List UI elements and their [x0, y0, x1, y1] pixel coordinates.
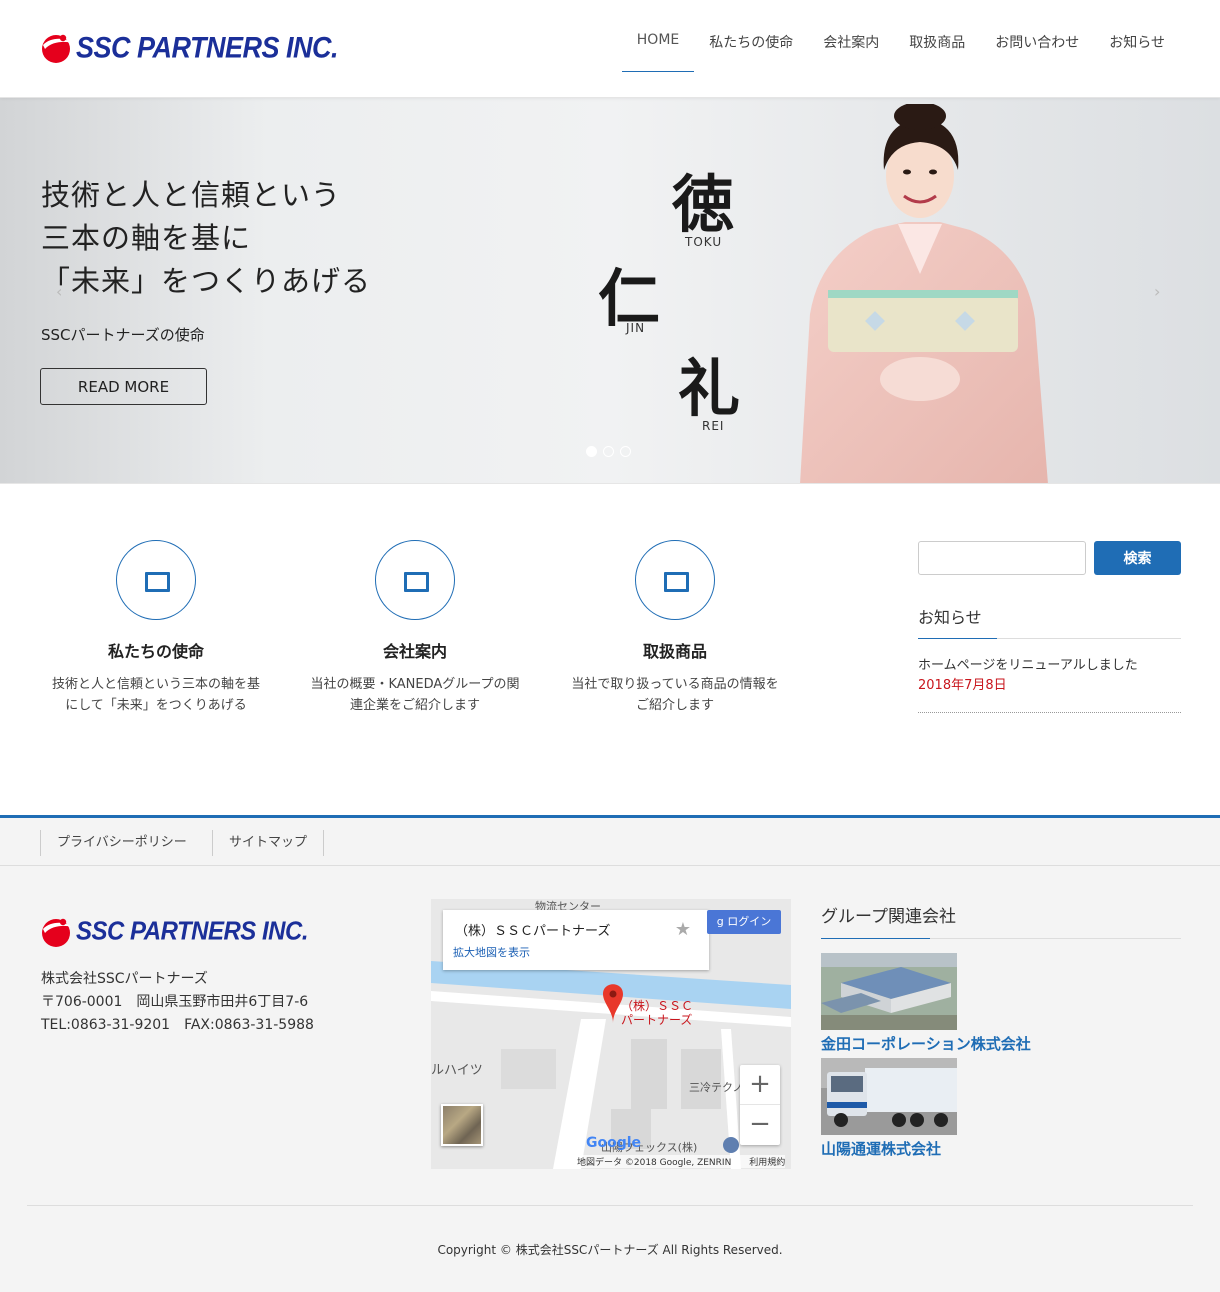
search-button[interactable]: 検索 — [1094, 541, 1181, 575]
feature-mission-icon[interactable] — [116, 540, 196, 620]
group-link-kaneda[interactable]: 金田コーポレーション株式会社 — [821, 1033, 1031, 1054]
slider-prev-icon[interactable]: ‹ — [56, 282, 62, 301]
square-icon — [664, 572, 689, 592]
copyright: Copyright © 株式会社SSCパートナーズ All Rights Res… — [437, 1243, 783, 1257]
kanji-toku-roman: TOKU — [685, 235, 723, 249]
slider-dot[interactable] — [586, 446, 597, 457]
feature-desc: 技術と人と信頼という三本の軸を基 にして「未来」をつくりあげる — [36, 674, 276, 716]
feature-desc: 当社で取り扱っている商品の情報を ご紹介します — [555, 674, 795, 716]
feature-desc-line: 技術と人と信頼という三本の軸を基 — [51, 677, 260, 692]
nav-mission[interactable]: 私たちの使命 — [694, 22, 808, 72]
map-login-label: ログイン — [727, 915, 772, 928]
nav-products[interactable]: 取扱商品 — [894, 22, 980, 72]
ssc-logo-mark-icon — [42, 918, 71, 947]
postal-address: 〒706-0001 岡山県玉野市田井6丁目7-6 — [41, 994, 309, 1010]
google-logo: Google — [586, 1135, 642, 1151]
nav-contact[interactable]: お問い合わせ — [980, 22, 1094, 72]
map-info-card: （株）ＳＳＣパートナーズ 拡大地図を表示 ★ — [443, 910, 709, 970]
site-logo[interactable]: SSC PARTNERS INC. — [40, 31, 339, 65]
slider-dot[interactable] — [603, 446, 614, 457]
feature-desc-line: 連企業をご紹介します — [349, 698, 480, 713]
slider-dot[interactable] — [620, 446, 631, 457]
square-icon — [404, 572, 429, 592]
brand-name: SSC PARTNERS INC. — [76, 31, 339, 64]
feature-title[interactable]: 取扱商品 — [555, 638, 795, 662]
feature-title[interactable]: 私たちの使命 — [36, 638, 276, 662]
nav-news[interactable]: お知らせ — [1094, 22, 1180, 72]
sanyo-tsuun-image[interactable] — [821, 1058, 957, 1135]
feature-products: 取扱商品 当社で取り扱っている商品の情報を ご紹介します — [555, 540, 795, 716]
feature-company-icon[interactable] — [375, 540, 455, 620]
group-companies-title: グループ関連会社 — [821, 902, 1181, 939]
footer-divider — [27, 1205, 1193, 1206]
search-input[interactable] — [918, 541, 1086, 575]
slider-dots — [586, 446, 631, 457]
kanji-rei-roman: REI — [702, 419, 725, 433]
kanji-toku: 徳 — [672, 168, 735, 241]
map-pin-label: （株）ＳＳＣ パートナーズ — [621, 999, 693, 1027]
google-plus-icon: g — [716, 915, 724, 928]
map-credit[interactable]: 地図データ ©2018 Google, ZENRIN 利用規約 — [577, 1155, 786, 1168]
hero-title-line: 技術と人と信頼という — [41, 178, 342, 212]
satellite-toggle[interactable] — [441, 1104, 483, 1146]
kanji-rei: 礼 — [678, 352, 741, 425]
footer-link-privacy[interactable]: プライバシーポリシー — [40, 830, 203, 856]
feature-desc-line: 当社の概要・KANEDAグループの関 — [310, 677, 520, 692]
zoom-in-icon[interactable]: + — [740, 1065, 780, 1105]
site-header: SSC PARTNERS INC. HOME 私たちの使命 会社案内 取扱商品 … — [0, 0, 1220, 98]
hero-title: 技術と人と信頼という 三本の軸を基に 「未来」をつくりあげる — [41, 174, 371, 303]
square-icon — [145, 572, 170, 592]
feature-products-icon[interactable] — [635, 540, 715, 620]
main-nav: HOME 私たちの使命 会社案内 取扱商品 お問い合わせ お知らせ — [621, 22, 1180, 72]
kimono-woman-image — [800, 104, 1048, 483]
feature-company: 会社案内 当社の概要・KANEDAグループの関 連企業をご紹介します — [295, 540, 535, 716]
footer-logo[interactable]: SSC PARTNERS INC. — [40, 915, 308, 949]
map-pin-label-line: （株）ＳＳＣ — [621, 999, 694, 1013]
news-item-title[interactable]: ホームページをリニューアルしました — [918, 656, 1181, 676]
feature-desc-line: 当社で取り扱っている商品の情報を — [571, 677, 779, 692]
truck-image-icon — [821, 1058, 957, 1135]
hero-title-line: 三本の軸を基に — [41, 221, 252, 255]
footer-link-sitemap[interactable]: サイトマップ — [212, 830, 325, 856]
footer-links: プライバシーポリシー サイトマップ — [0, 818, 1220, 866]
feature-desc-line: ご紹介します — [635, 698, 714, 713]
star-icon[interactable]: ★ — [675, 919, 691, 940]
kanji-jin-roman: JIN — [626, 321, 646, 335]
zoom-out-icon[interactable]: − — [740, 1105, 780, 1145]
company-name: 株式会社SSCパートナーズ — [41, 971, 208, 987]
hero-slider: 技術と人と信頼という 三本の軸を基に 「未来」をつくりあげる SSCパートナーズ… — [0, 98, 1220, 484]
feature-title[interactable]: 会社案内 — [295, 638, 535, 662]
map-label: 三冷テクノ — [689, 1081, 744, 1094]
feature-mission: 私たちの使命 技術と人と信頼という三本の軸を基 にして「未来」をつくりあげる — [36, 540, 276, 716]
hero-subtitle: SSCパートナーズの使命 — [41, 326, 205, 344]
news-widget-title: お知らせ — [918, 604, 1181, 639]
google-map[interactable]: 物流センター ルハイツ 三冷テクノ 山陽フェックス(株) （株）ＳＳＣ パートナ… — [431, 899, 791, 1169]
company-address: 株式会社SSCパートナーズ 〒706-0001 岡山県玉野市田井6丁目7-6 T… — [41, 968, 314, 1037]
map-place-name: （株）ＳＳＣパートナーズ — [455, 924, 611, 939]
feature-desc-line: にして「未来」をつくりあげる — [65, 698, 247, 713]
tel-fax: TEL:0863-31-9201 FAX:0863-31-5988 — [41, 1017, 314, 1033]
factory-image-icon — [821, 953, 957, 1030]
map-pin-label-line: パートナーズ — [621, 1013, 693, 1027]
feature-desc: 当社の概要・KANEDAグループの関 連企業をご紹介します — [295, 674, 535, 716]
map-login-button[interactable]: g ログイン — [707, 910, 781, 934]
read-more-button[interactable]: READ MORE — [40, 368, 207, 405]
news-item-date: 2018年7月8日 — [918, 678, 1007, 693]
kaneda-corp-image[interactable] — [821, 953, 957, 1030]
group-link-sanyo[interactable]: 山陽通運株式会社 — [821, 1138, 941, 1159]
brand-name: SSC PARTNERS INC. — [76, 916, 308, 947]
slider-next-icon[interactable]: › — [1154, 282, 1160, 301]
ssc-logo-mark-icon — [42, 34, 71, 63]
hero-title-line: 「未来」をつくりあげる — [41, 264, 372, 298]
map-label: ルハイツ — [431, 1063, 483, 1078]
nav-company[interactable]: 会社案内 — [808, 22, 894, 72]
site-footer: プライバシーポリシー サイトマップ SSC PARTNERS INC. 株式会社… — [0, 815, 1220, 1292]
news-item: ホームページをリニューアルしました 2018年7月8日 — [918, 656, 1181, 713]
nav-home[interactable]: HOME — [621, 22, 695, 72]
map-zoom-control: + − — [740, 1065, 780, 1145]
map-enlarge-link[interactable]: 拡大地図を表示 — [453, 944, 530, 960]
